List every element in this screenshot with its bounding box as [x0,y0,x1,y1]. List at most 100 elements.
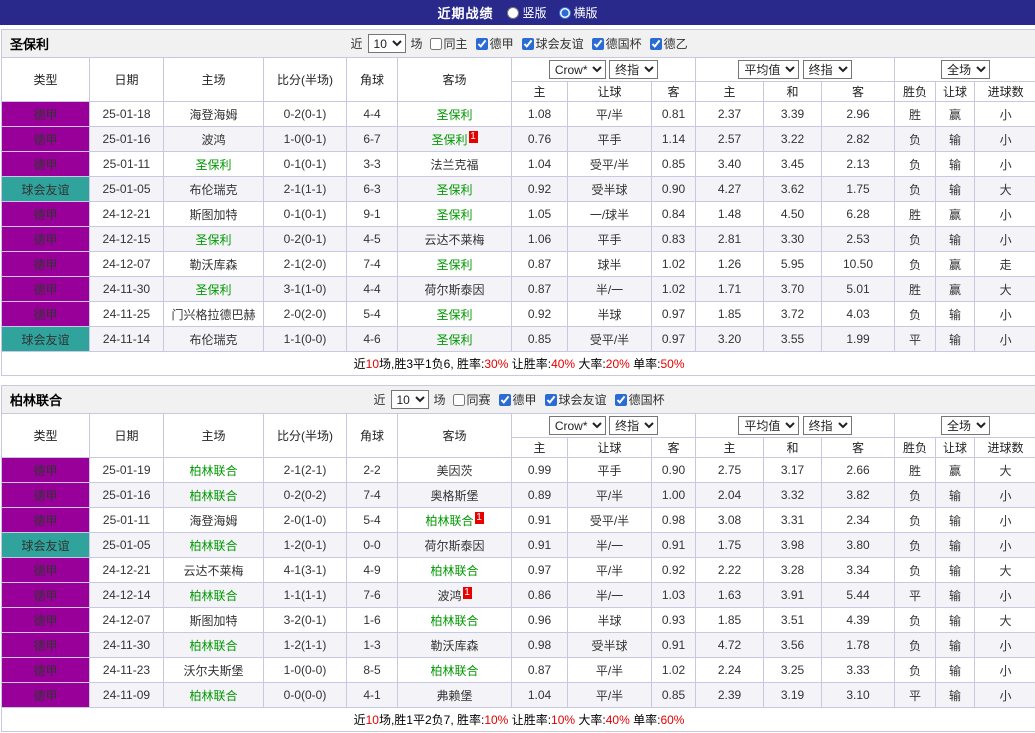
league-filter[interactable]: 球会友谊 [544,391,607,408]
league-filter[interactable]: 同主 [429,35,468,52]
odds-source-select[interactable]: Crow* [548,60,606,79]
matches-count-select[interactable]: 10 [390,390,429,409]
result-cell: 胜 [894,276,936,302]
col-odds-away: 客 [651,81,696,102]
crown-handicap: 平手 [567,457,652,483]
away-team-cell: 圣保利 [397,301,512,327]
avg-home-odds: 4.72 [695,632,764,658]
page-title: 近期战绩 [437,6,494,21]
league-filter[interactable]: 德国杯 [591,35,642,52]
avg-away-odds: 3.82 [821,482,895,508]
team-name: 柏林联合 [189,463,238,478]
avg-draw-odds: 3.98 [763,532,822,558]
summary-segment: 10% [551,713,576,727]
away-team-cell: 波鸿 1 [397,582,512,608]
league-filter[interactable]: 德国杯 [614,391,665,408]
avg-home-odds: 1.85 [695,301,764,327]
league-filter-checkbox[interactable] [521,37,534,50]
corners-cell: 6-3 [346,176,398,202]
col-score: 比分(半场) [263,57,347,102]
crown-handicap: 平手 [567,226,652,252]
col-avg-away: 客 [821,437,895,458]
layout-radio[interactable] [558,6,571,19]
crown-away-odds: 1.03 [651,582,696,608]
summary-segment: 60% [660,713,685,727]
col-type: 类型 [1,413,90,458]
team-name: 波鸿 [201,132,226,147]
goals-cell: 小 [973,151,1035,177]
crown-handicap: 半球 [567,607,652,633]
crown-home-odds: 0.91 [511,532,568,558]
goals-cell: 小 [973,126,1035,152]
date-cell: 25-01-11 [89,151,164,177]
team-name: 柏林联合 [189,538,238,553]
away-team-cell: 圣保利 [397,251,512,277]
match-row: 德甲 24-12-15 圣保利 0-2(0-1) 4-5 云达不莱梅 1.06 平手 0.83 2… [1,226,1035,252]
avg-source-select[interactable]: 平均值 [738,60,800,79]
odds-source-header: Crow* 终指 [511,413,696,438]
league-filter[interactable]: 德甲 [498,391,537,408]
team-name: 海登海姆 [189,107,238,122]
league-cell: 球会友谊 [1,326,90,352]
avg-away-odds: 3.33 [821,657,895,683]
league-filter-checkbox[interactable] [498,393,511,406]
avg-draw-odds: 3.30 [763,226,822,252]
league-filter[interactable]: 德甲 [475,35,514,52]
league-filter[interactable]: 德乙 [649,35,688,52]
summary-segment: 40% [551,357,576,371]
match-row: 德甲 25-01-16 柏林联合 0-2(0-2) 7-4 奥格斯堡 0.89 平/半 1.00… [1,482,1035,508]
league-filter-checkbox[interactable] [475,37,488,50]
col-goals: 进球数 [973,437,1035,458]
avg-home-odds: 3.08 [695,507,764,533]
league-filter-label: 德甲 [489,37,514,51]
team-name: 圣保利 [436,107,473,122]
avg-time-select[interactable]: 终指 [802,416,852,435]
crown-home-odds: 1.04 [511,151,568,177]
avg-draw-odds: 3.22 [763,126,822,152]
layout-radio[interactable] [507,6,520,19]
summary-segment: 让胜率: [508,357,552,371]
odds-time-select[interactable]: 终指 [609,60,659,79]
match-row: 德甲 24-11-25 门兴格拉德巴赫 2-0(2-0) 5-4 圣保利 0.92 半球 0.9… [1,301,1035,327]
goals-cell: 小 [973,301,1035,327]
recent-results-table-1: 圣保利 近 10 场 同主 德甲 球会友谊 德国杯 德乙 类型 日期 主场 比分(半场)… [0,29,1035,376]
match-row: 德甲 24-12-14 柏林联合 1-1(1-1) 7-6 波鸿 1 0.86 半/一 1.03 1… [1,582,1035,608]
league-filter-checkbox[interactable] [452,393,465,406]
result-cell: 胜 [894,457,936,483]
layout-radio-option[interactable]: 竖版 [507,4,547,21]
league-filter-checkbox[interactable] [544,393,557,406]
summary-segment: 场,胜3平1负6, 胜率: [379,357,485,371]
corners-cell: 7-4 [346,251,398,277]
goals-cell: 小 [973,632,1035,658]
avg-away-odds: 2.66 [821,457,895,483]
layout-radio-option[interactable]: 横版 [558,4,598,21]
odds-time-select[interactable]: 终指 [609,416,659,435]
red-card-badge: 1 [474,511,484,524]
corners-cell: 6-7 [346,126,398,152]
goals-cell: 大 [973,276,1035,302]
odds-source-select[interactable]: Crow* [548,416,606,435]
avg-home-odds: 3.20 [695,326,764,352]
avg-draw-odds: 3.51 [763,607,822,633]
team-name: 弗赖堡 [436,688,473,703]
avg-time-select[interactable]: 终指 [802,60,852,79]
team-name: 柏林联合 [189,588,238,603]
league-filter-checkbox[interactable] [649,37,662,50]
crown-away-odds: 0.81 [651,101,696,127]
league-filter-checkbox[interactable] [429,37,442,50]
league-filter[interactable]: 球会友谊 [521,35,584,52]
avg-source-select[interactable]: 平均值 [738,416,800,435]
away-team-cell: 柏林联合 [397,657,512,683]
league-filter[interactable]: 同赛 [452,391,491,408]
matches-count-select[interactable]: 10 [367,34,406,53]
league-filter-checkbox[interactable] [614,393,627,406]
crown-home-odds: 0.91 [511,507,568,533]
league-cell: 德甲 [1,151,90,177]
summary-segment: 20% [605,357,630,371]
scope-select[interactable]: 全场 [941,60,991,79]
crown-home-odds: 1.06 [511,226,568,252]
scope-select[interactable]: 全场 [941,416,991,435]
league-filter-checkbox[interactable] [591,37,604,50]
match-row: 德甲 24-11-30 柏林联合 1-2(1-1) 1-3 勒沃库森 0.98 受半球 0.91… [1,632,1035,658]
date-cell: 24-12-15 [89,226,164,252]
